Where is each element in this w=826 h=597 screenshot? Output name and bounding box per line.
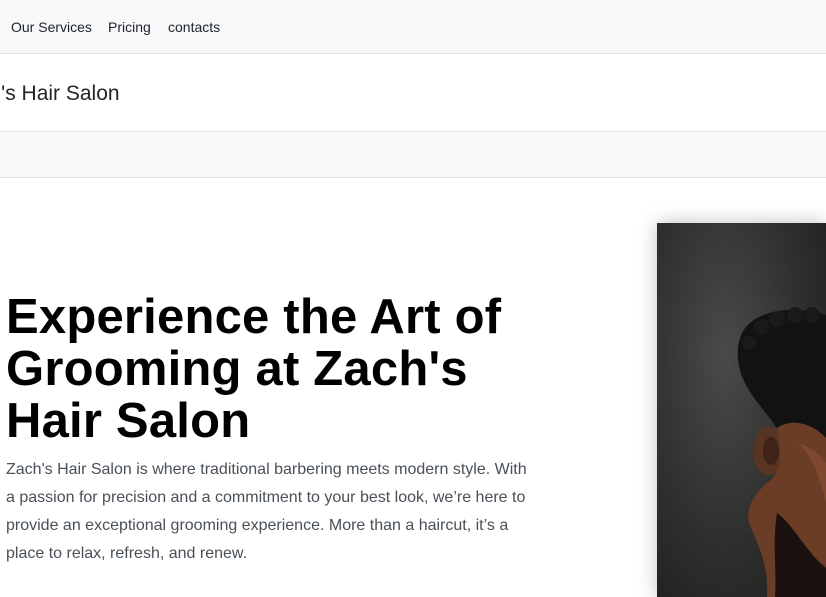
hero-image <box>657 223 826 597</box>
nav-link-pricing[interactable]: Pricing <box>108 19 151 36</box>
brand-name[interactable]: ch's Hair Salon <box>0 81 120 107</box>
secondary-bar <box>0 132 826 178</box>
brand-bar: ch's Hair Salon <box>0 54 826 132</box>
man-portrait-icon <box>737 307 826 597</box>
nav-link-contacts[interactable]: contacts <box>168 19 220 36</box>
hero-description: Zach's Hair Salon is where traditional b… <box>6 461 527 562</box>
nav-link-our-services[interactable]: Our Services <box>11 19 92 36</box>
hero-title: Experience the Art of Grooming at Zach's… <box>6 290 502 448</box>
top-navbar: Our Services Pricing contacts <box>0 0 826 54</box>
